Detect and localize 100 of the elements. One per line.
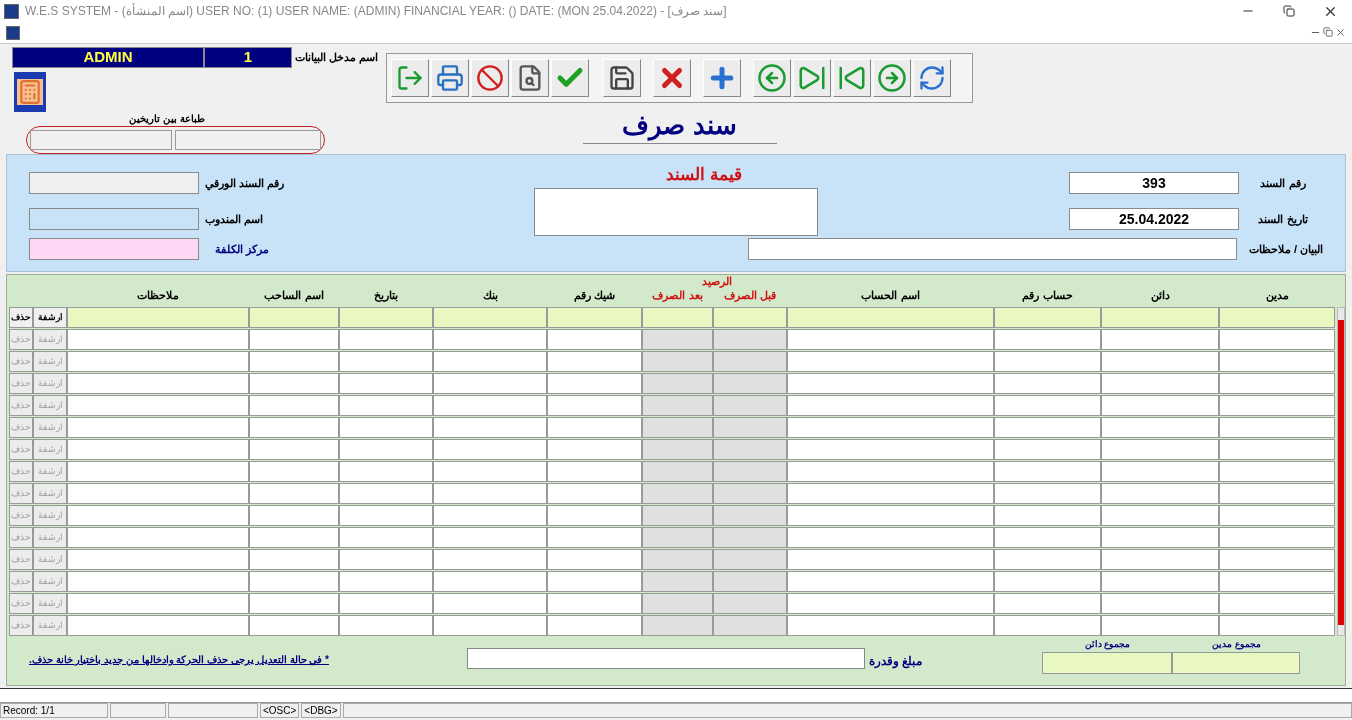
table-cell[interactable]	[994, 307, 1101, 328]
grid-row[interactable]: حذف ارشفة	[9, 395, 1335, 416]
table-cell[interactable]	[547, 461, 642, 482]
table-cell[interactable]	[1101, 483, 1219, 504]
first-button[interactable]	[833, 59, 871, 97]
table-cell[interactable]	[547, 571, 642, 592]
table-cell[interactable]	[1101, 571, 1219, 592]
table-cell[interactable]	[433, 351, 547, 372]
table-cell[interactable]	[249, 549, 339, 570]
to-date-field[interactable]	[175, 130, 321, 150]
amount-words-field[interactable]	[467, 648, 865, 669]
table-cell[interactable]	[642, 549, 713, 570]
table-cell[interactable]	[787, 505, 994, 526]
table-cell[interactable]	[339, 483, 433, 504]
refresh-button[interactable]	[913, 59, 951, 97]
grid-row[interactable]: حذف ارشفة	[9, 307, 1335, 328]
grid-row[interactable]: حذف ارشفة	[9, 505, 1335, 526]
next-button[interactable]	[873, 59, 911, 97]
delete-row-button[interactable]: حذف	[9, 505, 33, 526]
grid-row[interactable]: حذف ارشفة	[9, 527, 1335, 548]
table-cell[interactable]	[547, 417, 642, 438]
table-cell[interactable]	[994, 615, 1101, 636]
table-cell[interactable]	[1219, 505, 1335, 526]
table-cell[interactable]	[339, 307, 433, 328]
table-cell[interactable]	[1101, 351, 1219, 372]
delete-row-button[interactable]: حذف	[9, 571, 33, 592]
table-cell[interactable]	[1219, 417, 1335, 438]
table-cell[interactable]	[433, 329, 547, 350]
restore-icon[interactable]	[1323, 27, 1333, 37]
table-cell[interactable]	[547, 549, 642, 570]
table-cell[interactable]	[787, 417, 994, 438]
table-cell[interactable]	[1101, 373, 1219, 394]
archive-row-button[interactable]: ارشفة	[33, 615, 67, 636]
grid-row[interactable]: حذف ارشفة	[9, 571, 1335, 592]
table-cell[interactable]	[787, 549, 994, 570]
table-cell[interactable]	[1101, 593, 1219, 614]
table-cell[interactable]	[1101, 307, 1219, 328]
table-cell[interactable]	[713, 483, 787, 504]
table-cell[interactable]	[994, 571, 1101, 592]
voucher-date-field[interactable]: 25.04.2022	[1069, 208, 1239, 230]
table-cell[interactable]	[1101, 395, 1219, 416]
table-cell[interactable]	[67, 351, 249, 372]
table-cell[interactable]	[339, 417, 433, 438]
table-cell[interactable]	[67, 439, 249, 460]
table-cell[interactable]	[1219, 395, 1335, 416]
description-field[interactable]	[748, 238, 1237, 260]
table-cell[interactable]	[249, 505, 339, 526]
table-cell[interactable]	[642, 351, 713, 372]
grid-row[interactable]: حذف ارشفة	[9, 593, 1335, 614]
table-cell[interactable]	[713, 373, 787, 394]
table-cell[interactable]	[67, 483, 249, 504]
table-cell[interactable]	[994, 593, 1101, 614]
save-button[interactable]	[603, 59, 641, 97]
table-cell[interactable]	[713, 307, 787, 328]
table-cell[interactable]	[249, 329, 339, 350]
table-cell[interactable]	[249, 527, 339, 548]
archive-row-button[interactable]: ارشفة	[33, 593, 67, 614]
delete-row-button[interactable]: حذف	[9, 351, 33, 372]
table-cell[interactable]	[713, 417, 787, 438]
delete-row-button[interactable]: حذف	[9, 329, 33, 350]
table-cell[interactable]	[642, 483, 713, 504]
delete-row-button[interactable]: حذف	[9, 527, 33, 548]
table-cell[interactable]	[547, 373, 642, 394]
previous-button[interactable]	[753, 59, 791, 97]
table-cell[interactable]	[1219, 329, 1335, 350]
table-cell[interactable]	[433, 571, 547, 592]
table-cell[interactable]	[1101, 549, 1219, 570]
grid-row[interactable]: حذف ارشفة	[9, 461, 1335, 482]
table-cell[interactable]	[67, 417, 249, 438]
archive-row-button[interactable]: ارشفة	[33, 351, 67, 372]
table-cell[interactable]	[339, 571, 433, 592]
table-cell[interactable]	[67, 329, 249, 350]
table-cell[interactable]	[67, 461, 249, 482]
add-button[interactable]	[703, 59, 741, 97]
table-cell[interactable]	[433, 307, 547, 328]
table-cell[interactable]	[787, 615, 994, 636]
table-cell[interactable]	[713, 527, 787, 548]
table-cell[interactable]	[547, 395, 642, 416]
table-cell[interactable]	[547, 329, 642, 350]
archive-row-button[interactable]: ارشفة	[33, 417, 67, 438]
table-cell[interactable]	[67, 307, 249, 328]
table-cell[interactable]	[67, 615, 249, 636]
grid-row[interactable]: حذف ارشفة	[9, 351, 1335, 372]
table-cell[interactable]	[642, 505, 713, 526]
table-cell[interactable]	[249, 307, 339, 328]
table-cell[interactable]	[642, 461, 713, 482]
grid-row[interactable]: حذف ارشفة	[9, 483, 1335, 504]
table-cell[interactable]	[787, 483, 994, 504]
table-cell[interactable]	[787, 395, 994, 416]
table-cell[interactable]	[547, 307, 642, 328]
delete-row-button[interactable]: حذف	[9, 593, 33, 614]
grid-row[interactable]: حذف ارشفة	[9, 417, 1335, 438]
table-cell[interactable]	[642, 395, 713, 416]
table-cell[interactable]	[994, 351, 1101, 372]
table-cell[interactable]	[713, 593, 787, 614]
restore-icon[interactable]	[1283, 5, 1295, 17]
table-cell[interactable]	[994, 505, 1101, 526]
table-cell[interactable]	[994, 461, 1101, 482]
table-cell[interactable]	[433, 593, 547, 614]
table-cell[interactable]	[249, 593, 339, 614]
